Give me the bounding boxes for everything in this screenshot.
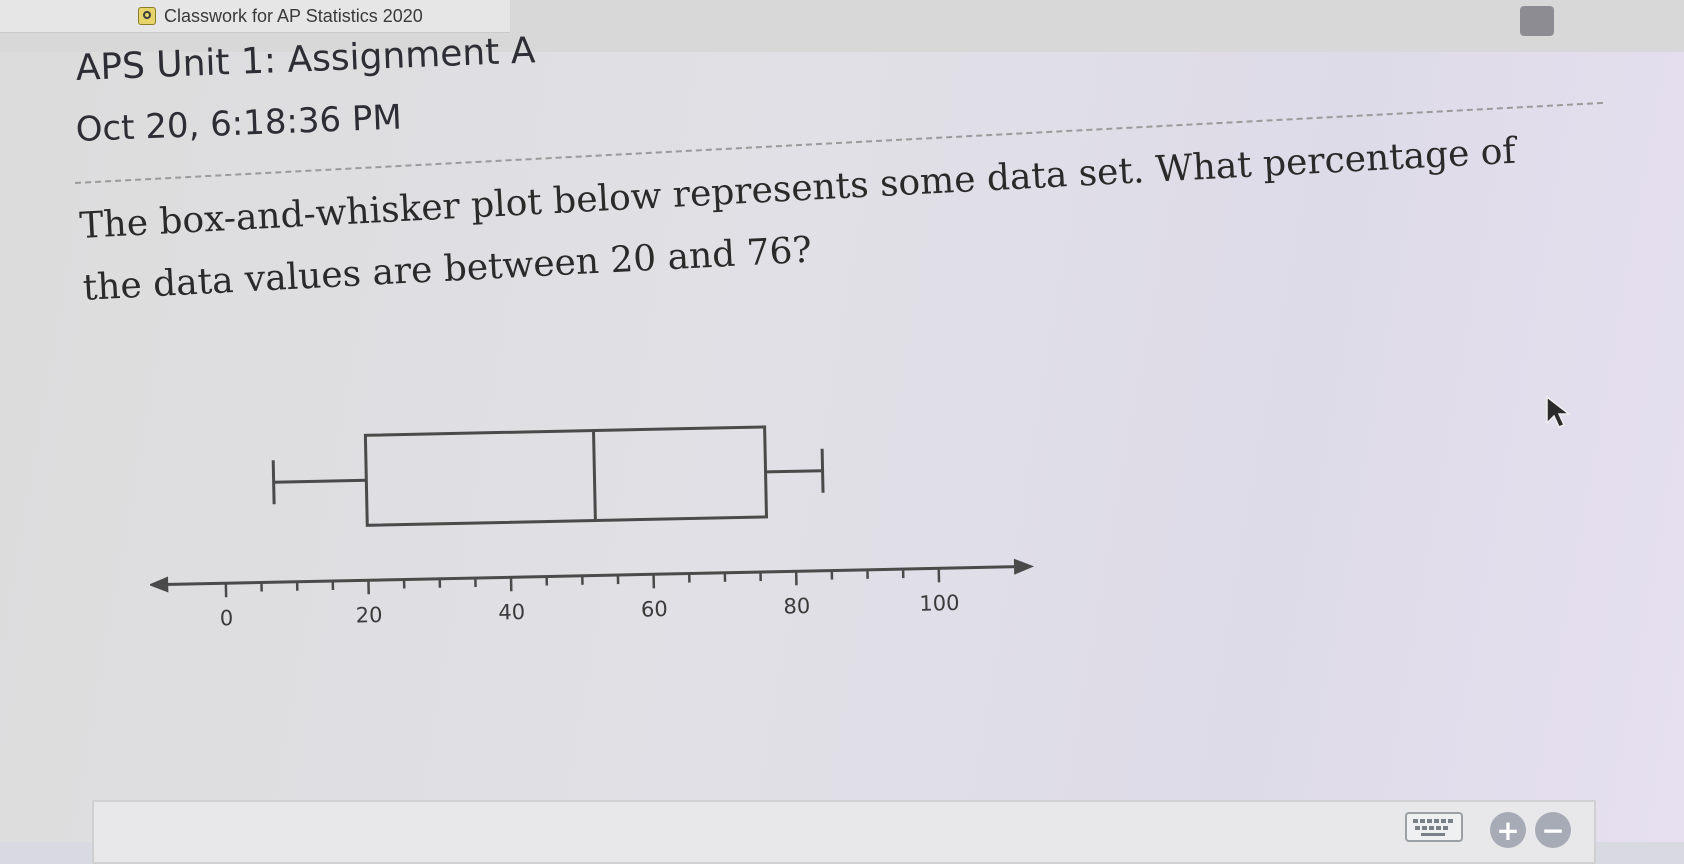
tick-label: 20 [356,603,383,628]
window-control-icon[interactable] [1520,6,1554,36]
right-whisker [766,471,823,472]
browser-tab[interactable]: Classwork for AP Statistics 2020 [0,0,510,33]
left-whisker-cap [273,460,274,504]
number-line-right-arrow [1014,558,1034,574]
number-line-ticks [226,568,939,597]
tick-label: 100 [919,591,960,616]
mouse-pointer-icon [1545,395,1573,429]
keyboard-keys [1407,814,1461,840]
classroom-icon [138,7,156,25]
answer-input[interactable] [92,800,1596,864]
number-line [158,567,1022,585]
box-whisker-plot: 0 20 40 60 80 100 [150,420,1100,680]
question-text: The box-and-whisker plot below represent… [78,119,1562,320]
interquartile-box [365,427,766,525]
number-line-labels: 0 20 40 60 80 100 [220,591,960,630]
tick-label: 40 [498,600,525,625]
remove-button[interactable]: − [1535,812,1571,848]
page: Classwork for AP Statistics 2020 APS Uni… [0,0,1684,842]
add-button[interactable]: + [1490,812,1526,848]
right-whisker-cap [822,449,823,493]
tick-label: 80 [783,594,810,619]
tick-label: 0 [220,606,234,630]
keyboard-icon[interactable] [1405,812,1463,842]
assignment-timestamp: Oct 20, 6:18:36 PM [75,97,402,149]
tab-title: Classwork for AP Statistics 2020 [164,6,423,27]
left-whisker [274,480,367,482]
number-line-left-arrow [150,576,168,592]
median-line [594,431,596,521]
tick-label: 60 [641,597,668,622]
